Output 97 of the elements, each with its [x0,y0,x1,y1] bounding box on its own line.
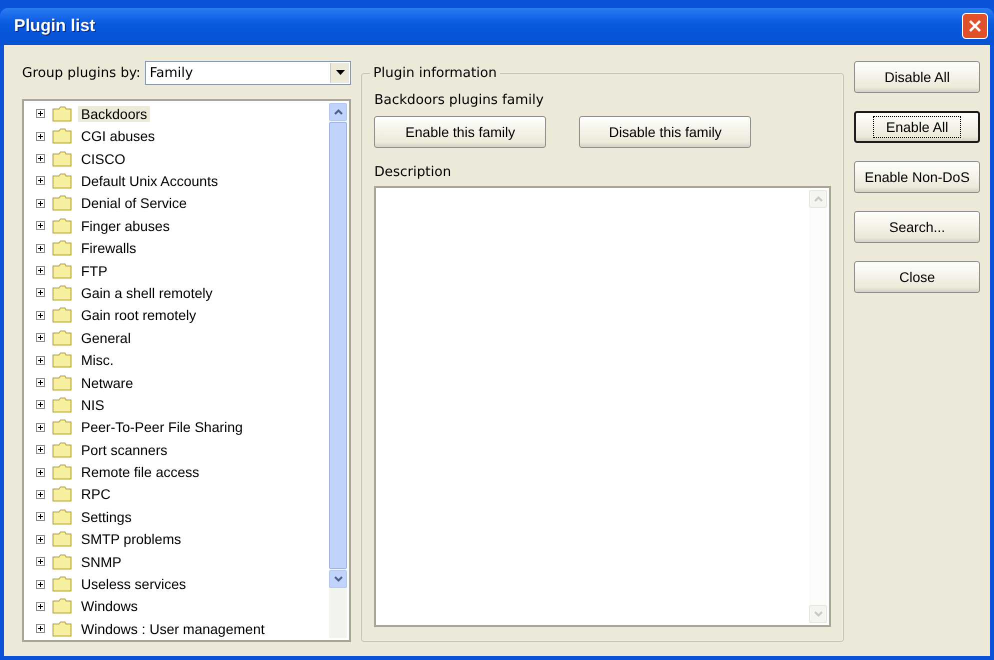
folder-icon [52,419,72,436]
expand-icon[interactable] [36,422,45,432]
tree-item[interactable]: Useless services [78,576,190,592]
group-by-dropdown[interactable]: Family [144,60,352,85]
chevron-down-icon [814,611,823,617]
expand-icon[interactable] [36,378,45,387]
close-button[interactable] [962,13,988,40]
folder-icon [52,128,72,144]
folder-icon [52,486,72,502]
action-button[interactable]: Close [854,260,980,293]
folder-icon [52,554,72,570]
folder-icon [52,284,72,301]
expand-icon[interactable] [36,512,45,522]
folder-icon [52,262,72,279]
action-button[interactable]: Search... [854,210,980,243]
tree-item[interactable]: Windows [78,598,141,614]
tree-item[interactable]: Default Unix Accounts [78,172,221,189]
tree-item[interactable]: CGI abuses [78,128,158,144]
expand-icon[interactable] [36,580,45,589]
family-button[interactable]: Disable this family [579,116,752,148]
group-title: Plugin information [370,64,500,81]
family-label: Backdoors plugins family [374,92,545,108]
folder-icon [52,374,72,390]
folder-icon [52,464,72,480]
folder-icon [52,106,72,122]
expand-icon[interactable] [36,198,45,208]
chevron-up-icon [334,108,343,115]
tree-item[interactable]: Remote file access [78,464,202,480]
folder-icon [52,195,72,212]
dropdown-button[interactable] [330,62,350,83]
expand-icon[interactable] [36,445,45,454]
description-label: Description [374,164,452,180]
chevron-up-icon [814,196,823,202]
tree-item[interactable]: SNMP [78,554,124,570]
group-by-label: Group plugins by: [22,64,141,81]
caret-icon [336,70,345,76]
close-icon [968,19,982,34]
expand-icon[interactable] [36,154,45,164]
expand-icon[interactable] [36,288,45,298]
expand-icon[interactable] [36,266,45,276]
expand-icon[interactable] [36,624,45,634]
tree-item[interactable]: Misc. [78,352,117,368]
window-title: Plugin list [14,16,96,36]
expand-icon[interactable] [36,557,45,566]
tree-item[interactable]: FTP [78,262,110,279]
folder-icon [52,150,72,167]
family-button[interactable]: Enable this family [374,116,546,148]
tree-item[interactable]: SMTP problems [78,531,184,548]
folder-icon [52,240,72,256]
expand-icon[interactable] [36,109,45,118]
folder-icon [52,598,72,614]
tree-item[interactable]: Finger abuses [78,218,173,234]
expand-icon[interactable] [36,310,45,320]
scrollbar[interactable] [329,102,348,638]
folder-icon [52,531,72,548]
folder-icon [52,307,72,324]
expand-icon[interactable] [36,356,45,365]
tree-item[interactable]: Gain root remotely [78,307,200,324]
folder-icon [52,352,72,368]
folder-icon [52,508,72,525]
tree-item[interactable]: RPC [78,486,114,502]
tree-item[interactable]: Netware [78,374,136,390]
tree-item[interactable]: NIS [78,396,108,413]
chevron-down-icon [334,576,343,582]
expand-icon[interactable] [36,534,45,544]
action-button[interactable]: Enable All [854,110,980,143]
expand-icon[interactable] [36,602,45,611]
action-button[interactable]: Enable Non-DoS [854,160,980,193]
tree-item[interactable]: CISCO [78,150,128,167]
tree-item[interactable]: Settings [78,508,135,525]
action-button[interactable]: Disable All [854,60,980,93]
tree-item[interactable]: Peer-To-Peer File Sharing [78,419,246,436]
folder-icon [52,172,72,189]
tree-item[interactable]: Backdoors [78,106,150,122]
folder-icon [52,576,72,592]
scroll-up-button[interactable] [329,102,348,121]
scroll-thumb[interactable] [329,122,348,569]
tree-item[interactable]: Port scanners [78,442,170,458]
expand-icon[interactable] [36,176,45,186]
folder-icon [52,620,72,637]
scroll-down-button[interactable] [329,570,348,588]
expand-icon[interactable] [36,468,45,477]
expand-icon[interactable] [36,400,45,410]
tree-item[interactable]: General [78,330,134,346]
tree-item[interactable]: Denial of Service [78,195,190,212]
tree-item[interactable]: Gain a shell remotely [78,284,216,301]
expand-icon[interactable] [36,490,45,499]
folder-icon [52,218,72,234]
tree-item[interactable]: Windows : User management [78,620,268,637]
expand-icon[interactable] [36,244,45,253]
folder-icon [52,442,72,458]
tree-item[interactable]: Firewalls [78,240,140,256]
expand-icon[interactable] [36,221,45,230]
folder-icon [52,396,72,413]
expand-icon[interactable] [36,333,45,342]
folder-icon [52,330,72,346]
expand-icon[interactable] [36,132,45,141]
